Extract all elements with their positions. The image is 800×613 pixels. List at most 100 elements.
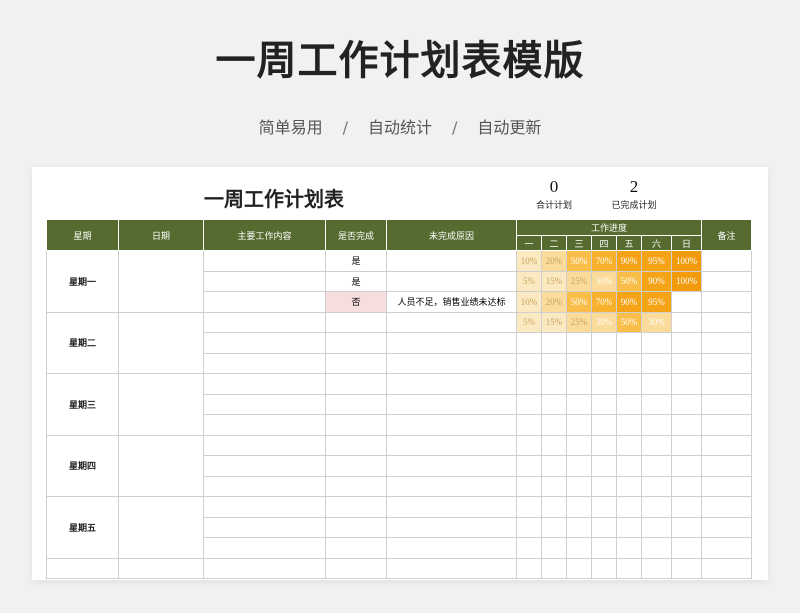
- content-cell[interactable]: [203, 270, 326, 292]
- progress-cell[interactable]: [516, 516, 542, 538]
- reason-cell[interactable]: [386, 270, 517, 292]
- progress-cell[interactable]: [671, 352, 702, 374]
- content-cell[interactable]: [203, 250, 326, 272]
- weekday-cell[interactable]: 星期三: [46, 373, 119, 436]
- progress-cell[interactable]: 100%: [671, 250, 702, 272]
- note-cell[interactable]: [701, 311, 752, 333]
- progress-cell[interactable]: [541, 393, 567, 415]
- progress-cell[interactable]: [566, 352, 592, 374]
- progress-cell[interactable]: [616, 557, 642, 579]
- progress-cell[interactable]: [591, 393, 617, 415]
- reason-cell[interactable]: [386, 434, 517, 456]
- content-cell[interactable]: [203, 393, 326, 415]
- progress-cell[interactable]: [671, 475, 702, 497]
- progress-cell[interactable]: 95%: [641, 291, 672, 313]
- progress-cell[interactable]: [541, 434, 567, 456]
- progress-cell[interactable]: [591, 414, 617, 436]
- progress-cell[interactable]: [591, 475, 617, 497]
- progress-cell[interactable]: [671, 516, 702, 538]
- progress-cell[interactable]: [641, 332, 672, 354]
- progress-cell[interactable]: 30%: [641, 311, 672, 333]
- reason-cell[interactable]: [386, 373, 517, 395]
- reason-cell[interactable]: [386, 455, 517, 477]
- note-cell[interactable]: [701, 455, 752, 477]
- content-cell[interactable]: [203, 332, 326, 354]
- progress-cell[interactable]: [671, 537, 702, 559]
- date-cell[interactable]: [118, 434, 204, 497]
- done-cell[interactable]: [325, 516, 387, 538]
- progress-cell[interactable]: 25%: [566, 270, 592, 292]
- done-cell[interactable]: [325, 373, 387, 395]
- progress-cell[interactable]: [641, 537, 672, 559]
- progress-cell[interactable]: [616, 455, 642, 477]
- progress-cell[interactable]: [516, 434, 542, 456]
- progress-cell[interactable]: [616, 332, 642, 354]
- progress-cell[interactable]: [616, 414, 642, 436]
- reason-cell[interactable]: [386, 496, 517, 518]
- progress-cell[interactable]: [566, 516, 592, 538]
- note-cell[interactable]: [701, 557, 752, 579]
- weekday-cell[interactable]: 星期一: [46, 250, 119, 313]
- progress-cell[interactable]: [616, 352, 642, 374]
- progress-cell[interactable]: 5%: [516, 270, 542, 292]
- reason-cell[interactable]: [386, 250, 517, 272]
- note-cell[interactable]: [701, 516, 752, 538]
- progress-cell[interactable]: 25%: [566, 311, 592, 333]
- date-cell[interactable]: [118, 250, 204, 313]
- progress-cell[interactable]: 50%: [566, 291, 592, 313]
- note-cell[interactable]: [701, 352, 752, 374]
- progress-cell[interactable]: [616, 537, 642, 559]
- done-cell[interactable]: [325, 475, 387, 497]
- done-cell[interactable]: [325, 557, 387, 579]
- progress-cell[interactable]: [591, 434, 617, 456]
- done-cell[interactable]: [325, 455, 387, 477]
- progress-cell[interactable]: [591, 496, 617, 518]
- progress-cell[interactable]: [541, 516, 567, 538]
- content-cell[interactable]: [203, 373, 326, 395]
- reason-cell[interactable]: [386, 352, 517, 374]
- progress-cell[interactable]: [641, 557, 672, 579]
- weekday-cell[interactable]: 星期五: [46, 496, 119, 559]
- progress-cell[interactable]: 50%: [616, 270, 642, 292]
- progress-cell[interactable]: [566, 332, 592, 354]
- progress-cell[interactable]: 5%: [516, 311, 542, 333]
- note-cell[interactable]: [701, 414, 752, 436]
- progress-cell[interactable]: 50%: [566, 250, 592, 272]
- progress-cell[interactable]: [566, 496, 592, 518]
- note-cell[interactable]: [701, 537, 752, 559]
- done-cell[interactable]: [325, 496, 387, 518]
- progress-cell[interactable]: [541, 496, 567, 518]
- progress-cell[interactable]: [566, 537, 592, 559]
- progress-cell[interactable]: [616, 393, 642, 415]
- weekday-cell[interactable]: [46, 557, 119, 579]
- progress-cell[interactable]: [591, 557, 617, 579]
- done-cell[interactable]: [325, 414, 387, 436]
- content-cell[interactable]: [203, 475, 326, 497]
- weekday-cell[interactable]: 星期四: [46, 434, 119, 497]
- progress-cell[interactable]: [641, 475, 672, 497]
- progress-cell[interactable]: 70%: [591, 291, 617, 313]
- progress-cell[interactable]: [641, 496, 672, 518]
- done-cell[interactable]: [325, 311, 387, 333]
- note-cell[interactable]: [701, 393, 752, 415]
- progress-cell[interactable]: [516, 475, 542, 497]
- progress-cell[interactable]: [616, 496, 642, 518]
- content-cell[interactable]: [203, 434, 326, 456]
- progress-cell[interactable]: [566, 393, 592, 415]
- progress-cell[interactable]: 10%: [516, 291, 542, 313]
- progress-cell[interactable]: 100%: [671, 270, 702, 292]
- progress-cell[interactable]: [616, 434, 642, 456]
- progress-cell[interactable]: [516, 414, 542, 436]
- progress-cell[interactable]: [591, 516, 617, 538]
- progress-cell[interactable]: 90%: [616, 250, 642, 272]
- progress-cell[interactable]: [516, 537, 542, 559]
- progress-cell[interactable]: 90%: [616, 291, 642, 313]
- progress-cell[interactable]: 20%: [541, 250, 567, 272]
- note-cell[interactable]: [701, 250, 752, 272]
- progress-cell[interactable]: 10%: [516, 250, 542, 272]
- progress-cell[interactable]: [541, 332, 567, 354]
- progress-cell[interactable]: 70%: [591, 250, 617, 272]
- done-cell[interactable]: [325, 352, 387, 374]
- progress-cell[interactable]: 30%: [591, 311, 617, 333]
- progress-cell[interactable]: [616, 516, 642, 538]
